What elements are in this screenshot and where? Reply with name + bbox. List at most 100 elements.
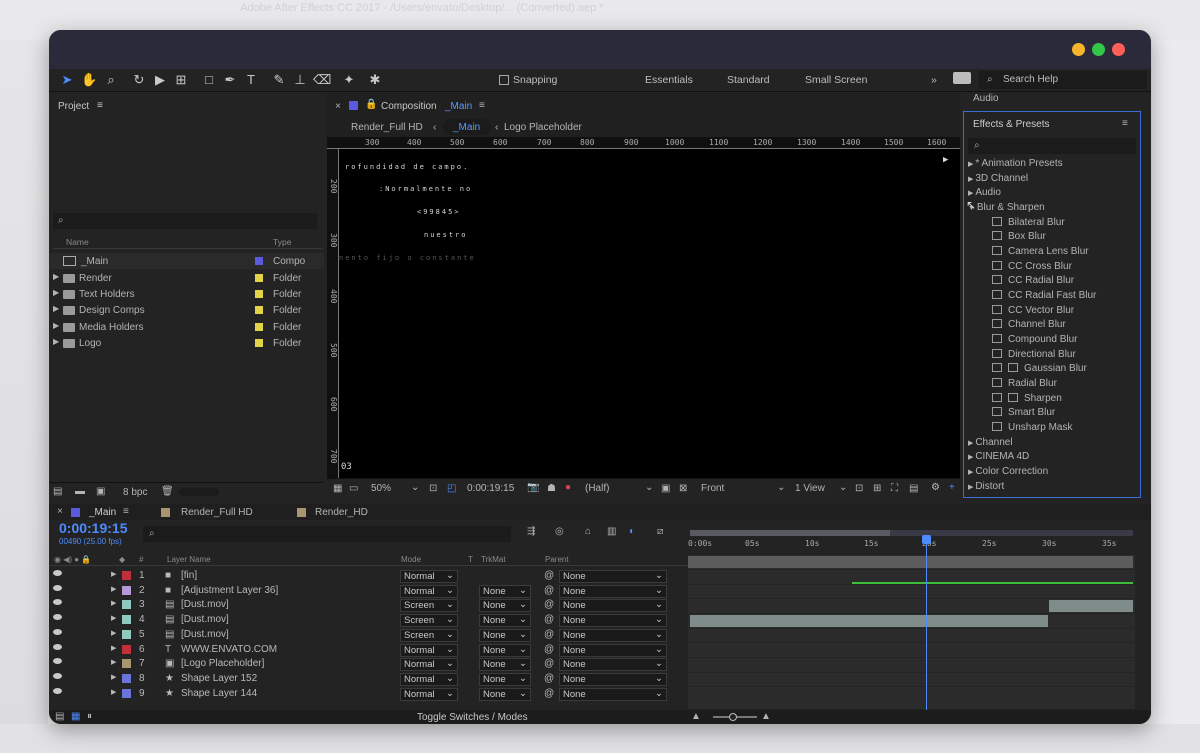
layer-name[interactable]: Shape Layer 144 bbox=[181, 688, 257, 699]
layer-name[interactable]: [Dust.mov] bbox=[181, 599, 229, 610]
trash-icon[interactable]: 🗑 bbox=[161, 486, 174, 497]
work-area-range[interactable] bbox=[690, 530, 890, 536]
puppet-tool-icon[interactable]: ✱ bbox=[367, 72, 383, 88]
trkmat-dropdown[interactable]: None ⌄ bbox=[479, 599, 531, 613]
zoom-button[interactable] bbox=[1092, 43, 1105, 56]
mode-dropdown[interactable]: Normal ⌄ bbox=[400, 672, 458, 686]
layer-name[interactable]: WWW.ENVATO.COM bbox=[181, 644, 277, 655]
roi-icon[interactable]: ▣ bbox=[661, 483, 670, 494]
effect-item[interactable]: Camera Lens Blur bbox=[992, 246, 1089, 257]
pickwhip-icon[interactable]: @ bbox=[544, 599, 554, 610]
monitor-icon[interactable]: ▭ bbox=[349, 483, 358, 494]
pickwhip-icon[interactable]: @ bbox=[544, 673, 554, 684]
panel-menu-icon[interactable]: ≡ bbox=[97, 100, 103, 111]
pickwhip-icon[interactable]: @ bbox=[544, 614, 554, 625]
close-button[interactable] bbox=[1112, 43, 1125, 56]
effects-category[interactable]: ▶ * Animation Presets bbox=[968, 158, 1063, 169]
playhead-handle[interactable] bbox=[922, 535, 931, 544]
eye-icon[interactable] bbox=[53, 570, 62, 576]
layer-name[interactable]: [Adjustment Layer 36] bbox=[181, 585, 278, 596]
current-time-indicator[interactable] bbox=[926, 535, 927, 710]
effect-item[interactable]: Box Blur bbox=[992, 231, 1046, 242]
effects-category[interactable]: ▶ 3D Channel bbox=[968, 173, 1028, 184]
label-color-swatch[interactable] bbox=[122, 585, 131, 595]
effect-item[interactable]: Gaussian Blur bbox=[992, 363, 1087, 374]
list-item[interactable]: _Main Compo bbox=[49, 253, 324, 269]
effects-category[interactable]: ▶ Audio bbox=[968, 187, 1001, 198]
region-icon[interactable]: ◰ bbox=[447, 483, 456, 494]
mode-dropdown[interactable]: Normal ⌄ bbox=[400, 643, 458, 657]
panel-menu-icon[interactable]: ≡ bbox=[479, 100, 485, 111]
pickwhip-icon[interactable]: @ bbox=[544, 570, 554, 581]
effect-item[interactable]: CC Radial Blur bbox=[992, 275, 1074, 286]
effect-item[interactable]: Directional Blur bbox=[992, 349, 1076, 360]
panel-menu-icon[interactable]: ≡ bbox=[1122, 118, 1128, 129]
hand-tool-icon[interactable]: ✋ bbox=[81, 72, 97, 88]
in-out-icon[interactable]: ⏸ bbox=[87, 711, 92, 722]
label-color-swatch[interactable] bbox=[122, 644, 131, 654]
layer-bar[interactable] bbox=[688, 556, 1133, 568]
label-color[interactable] bbox=[255, 306, 263, 314]
pickwhip-icon[interactable]: @ bbox=[544, 585, 554, 596]
effects-search-input[interactable]: ⌕ bbox=[968, 138, 1136, 154]
toggle-pixel-icon[interactable]: ⊡ bbox=[855, 483, 863, 494]
eye-icon[interactable] bbox=[53, 658, 62, 665]
zoom-slider-handle[interactable] bbox=[729, 713, 737, 721]
layer-name[interactable]: Shape Layer 152 bbox=[181, 673, 257, 684]
column-name-header[interactable]: Name bbox=[66, 237, 89, 247]
expand-arrow-icon[interactable]: ▶ bbox=[111, 570, 116, 578]
layer-row[interactable]: ▶ 6 T WWW.ENVATO.COM Normal ⌄ None ⌄ @ None ⌄ bbox=[49, 643, 689, 658]
effects-category[interactable]: ▶ CINEMA 4D bbox=[968, 451, 1029, 462]
graph-editor-icon[interactable]: ⧄ bbox=[657, 526, 663, 537]
viewer-timecode[interactable]: 0:00:19:15 bbox=[467, 483, 514, 494]
parent-header[interactable]: Parent bbox=[545, 555, 569, 564]
mode-dropdown[interactable]: Normal ⌄ bbox=[400, 584, 458, 598]
layer-row[interactable]: ▶ 7 ▣ [Logo Placeholder] Normal ⌄ None ⌄ @ None ⌄ bbox=[49, 657, 689, 672]
selection-tool-icon[interactable]: ➤ bbox=[59, 72, 75, 88]
expand-arrow-icon[interactable]: ▶ bbox=[53, 288, 59, 297]
trkmat-dropdown[interactable]: None ⌄ bbox=[479, 672, 531, 686]
transfer-controls-icon[interactable]: ▦ bbox=[71, 711, 80, 722]
timeline-timecode[interactable]: 0:00:19:15 bbox=[59, 520, 128, 536]
roto-brush-tool-icon[interactable]: ✦ bbox=[341, 72, 357, 88]
chevron-down-icon[interactable]: ⌄ bbox=[839, 482, 847, 493]
tab-render-hd[interactable]: Render_HD bbox=[315, 507, 368, 518]
layer-bar[interactable] bbox=[690, 615, 1048, 627]
zoom-out-icon[interactable]: ▲ bbox=[691, 711, 701, 722]
breadcrumb-main[interactable]: _Main bbox=[453, 122, 480, 133]
layer-row[interactable]: ▶ 8 ★ Shape Layer 152 Normal ⌄ None ⌄ @ None ⌄ bbox=[49, 672, 689, 687]
motion-blur-icon[interactable]: ◐ bbox=[629, 526, 635, 537]
pickwhip-icon[interactable]: @ bbox=[544, 658, 554, 669]
thumbnail-slider[interactable] bbox=[179, 488, 219, 496]
bpc-label[interactable]: 8 bpc bbox=[123, 487, 147, 498]
expand-arrow-icon[interactable]: ▶ bbox=[53, 337, 59, 346]
eye-icon[interactable] bbox=[53, 628, 62, 635]
preview-icon[interactable]: ▦ bbox=[333, 483, 342, 494]
layer-search-input[interactable]: ⌕ bbox=[143, 526, 511, 542]
trkmat-dropdown[interactable]: None ⌄ bbox=[479, 643, 531, 657]
label-color[interactable] bbox=[255, 274, 263, 282]
number-header[interactable]: # bbox=[139, 555, 143, 564]
effect-item[interactable]: CC Cross Blur bbox=[992, 261, 1072, 272]
effect-item[interactable]: Unsharp Mask bbox=[992, 422, 1072, 433]
audio-panel-tab[interactable]: Audio bbox=[973, 93, 999, 104]
type-tool-icon[interactable]: T bbox=[243, 72, 259, 88]
layer-name[interactable]: [Dust.mov] bbox=[181, 629, 229, 640]
layer-row[interactable]: ▶ 3 ▤ [Dust.mov] Screen ⌄ None ⌄ @ None ⌄ bbox=[49, 598, 689, 613]
label-color[interactable] bbox=[255, 257, 263, 265]
expand-arrow-icon[interactable]: ▶ bbox=[111, 629, 116, 637]
brush-tool-icon[interactable]: ✎ bbox=[271, 72, 287, 88]
eraser-tool-icon[interactable]: ⌫ bbox=[313, 72, 331, 88]
parent-dropdown[interactable]: None ⌄ bbox=[559, 687, 667, 701]
label-color-swatch[interactable] bbox=[122, 571, 131, 580]
expand-arrow-icon[interactable]: ▶ bbox=[111, 614, 116, 622]
label-color[interactable] bbox=[255, 323, 263, 331]
workspace-essentials[interactable]: Essentials bbox=[645, 74, 693, 86]
flowchart-icon[interactable]: ⛶ bbox=[891, 483, 898, 494]
trkmat-dropdown[interactable]: None ⌄ bbox=[479, 584, 531, 598]
chevron-down-icon[interactable]: ⌄ bbox=[645, 482, 653, 493]
column-type-header[interactable]: Type bbox=[273, 237, 291, 247]
mode-dropdown[interactable]: Screen ⌄ bbox=[400, 628, 458, 642]
pickwhip-icon[interactable]: @ bbox=[544, 688, 554, 699]
expand-arrow-icon[interactable]: ▶ bbox=[111, 688, 116, 696]
